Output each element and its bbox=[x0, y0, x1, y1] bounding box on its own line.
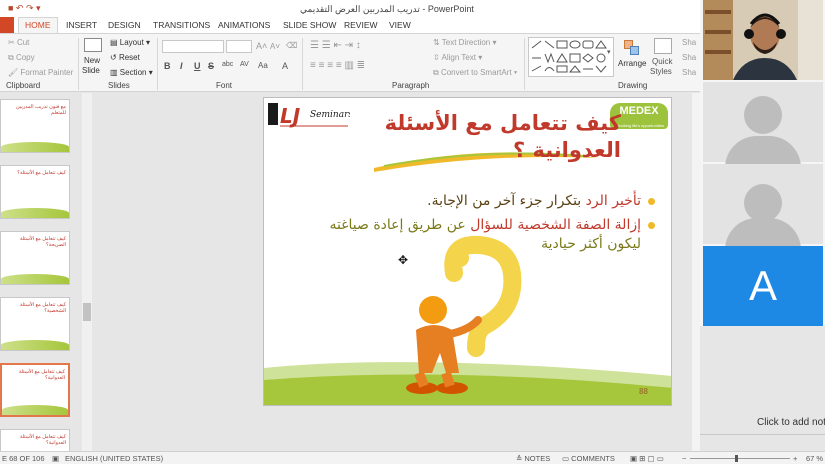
notes-placeholder[interactable]: Click to add note bbox=[757, 417, 825, 428]
font-group-label: Font bbox=[216, 81, 233, 90]
shapes-gallery-icon bbox=[531, 40, 607, 73]
thumbnail-scrollbar[interactable] bbox=[82, 93, 92, 451]
clear-formatting-icon[interactable]: ⌫ bbox=[286, 41, 297, 50]
convert-smartart-button[interactable]: ⧉ Convert to SmartArt ▾ bbox=[433, 68, 517, 78]
text-direction-button[interactable]: ⇅ Text Direction ▾ bbox=[433, 38, 497, 47]
quick-styles-button[interactable]: Quick Styles bbox=[650, 38, 678, 78]
reset-button[interactable]: ↺ Reset bbox=[110, 53, 140, 62]
tab-design[interactable]: DESIGN bbox=[108, 20, 141, 30]
shadow-button[interactable]: abc bbox=[222, 61, 233, 68]
ribbon-divider bbox=[78, 38, 79, 90]
quick-access-icon[interactable]: ■ ↶ ↷ ▾ bbox=[8, 3, 41, 14]
tab-review[interactable]: REVIEW bbox=[344, 20, 378, 30]
clipboard-group-label: Clipboard bbox=[6, 81, 41, 90]
shape-fill-button[interactable]: Sha bbox=[682, 38, 696, 47]
zoom-out-icon[interactable]: − bbox=[682, 454, 686, 463]
bullet-item: تأخير الرد بتكرار جزء آخر من الإجابة. bbox=[295, 192, 655, 211]
ribbon-divider bbox=[524, 38, 525, 90]
ribbon-tabs: HOME INSERT DESIGN TRANSITIONS ANIMATION… bbox=[0, 17, 700, 34]
arrange-icon-front bbox=[630, 46, 639, 55]
bold-button[interactable]: B bbox=[164, 61, 171, 71]
font-size-select[interactable] bbox=[226, 40, 252, 53]
ribbon-divider bbox=[157, 38, 158, 90]
comments-button[interactable]: ▭ COMMENTS bbox=[562, 454, 615, 463]
shapes-gallery[interactable] bbox=[528, 37, 614, 77]
view-buttons[interactable]: ▣ ⊞ ▢ ▭ bbox=[630, 454, 664, 463]
shapes-more-icon[interactable]: ▾ bbox=[607, 48, 611, 56]
zoom-level[interactable]: 67 % bbox=[806, 454, 823, 463]
slide-thumbnail[interactable]: كيف تتعامل مع الأسئلة الشخصية؟ bbox=[0, 297, 70, 351]
slide-thumbnail-selected[interactable]: كيف تتعامل مع الأسئلة العدوانية؟ bbox=[0, 363, 70, 417]
copy-button[interactable]: ⧉ Copy bbox=[8, 53, 35, 63]
font-color-button[interactable]: A bbox=[282, 61, 288, 71]
cut-button[interactable]: ✂ Cut bbox=[8, 38, 29, 47]
zoom-slider[interactable] bbox=[690, 458, 790, 459]
slide-thumbnails-pane: مع فنون تدريب المدربين للمتعلم كيف تتعام… bbox=[0, 93, 95, 464]
notes-divider bbox=[700, 434, 825, 435]
bullet-dot-icon bbox=[648, 222, 655, 229]
arrange-button[interactable]: Arrange bbox=[618, 38, 648, 78]
underline-button[interactable]: U bbox=[194, 61, 201, 71]
char-spacing-button[interactable]: AV bbox=[240, 61, 249, 68]
quick-styles-icon bbox=[654, 38, 672, 54]
grow-font-button[interactable]: A˄ bbox=[256, 41, 267, 51]
align-buttons[interactable]: ≡ ≡ ≡ ≡ ▥ ≣ bbox=[310, 60, 365, 71]
shrink-font-button[interactable]: A˅ bbox=[270, 42, 280, 51]
shape-outline-button[interactable]: Sha bbox=[682, 53, 696, 62]
ribbon: ✂ Cut ⧉ Copy 🖌 Format Painter Clipboard … bbox=[0, 33, 700, 92]
slide-thumbnail[interactable]: مع فنون تدريب المدربين للمتعلم bbox=[0, 99, 70, 153]
slides-group-label: Slides bbox=[108, 81, 130, 90]
change-case-button[interactable]: Aa bbox=[258, 61, 268, 70]
language-indicator[interactable]: ENGLISH (UNITED STATES) bbox=[65, 454, 163, 463]
slide-counter: E 68 OF 106 bbox=[2, 454, 45, 463]
participant-initial: A bbox=[748, 262, 777, 309]
new-slide-icon bbox=[84, 38, 102, 52]
title-bar: ■ ↶ ↷ ▾ تدريب المدربين العرض التقديمي - … bbox=[0, 0, 700, 17]
window-title: تدريب المدربين العرض التقديمي - PowerPoi… bbox=[300, 4, 474, 14]
video-tile-participant[interactable] bbox=[703, 82, 823, 168]
font-name-select[interactable] bbox=[162, 40, 224, 53]
italic-button[interactable]: I bbox=[180, 61, 183, 71]
drawing-group-label: Drawing bbox=[618, 81, 648, 90]
video-tile-participant[interactable] bbox=[703, 164, 823, 250]
slide-number: 88 bbox=[639, 387, 648, 396]
file-tab[interactable] bbox=[0, 17, 14, 33]
strikethrough-button[interactable]: S bbox=[208, 61, 214, 71]
slide-thumbnail[interactable]: كيف تتعامل مع الأسئلة الصريحة؟ bbox=[0, 231, 70, 285]
tab-animations[interactable]: ANIMATIONS bbox=[218, 20, 270, 30]
zoom-in-icon[interactable]: + bbox=[793, 454, 797, 463]
align-text-button[interactable]: ⇳ Align Text ▾ bbox=[433, 53, 482, 62]
editor-scrollbar[interactable] bbox=[692, 93, 700, 451]
new-slide-button[interactable]: New Slide bbox=[82, 38, 104, 78]
person-avatar-icon bbox=[744, 96, 782, 134]
svg-text:LJ: LJ bbox=[280, 104, 301, 128]
shape-effects-button[interactable]: Sha bbox=[682, 68, 696, 77]
current-slide[interactable]: LJ Seminars MEDEX unlocking life's oppor… bbox=[263, 97, 672, 406]
spellcheck-icon[interactable]: ▣ bbox=[52, 454, 59, 463]
format-painter-button[interactable]: 🖌 Format Painter bbox=[8, 68, 73, 77]
video-tile-participant-initial[interactable]: A bbox=[703, 246, 823, 326]
tab-insert[interactable]: INSERT bbox=[66, 20, 97, 30]
zoom-slider-thumb[interactable] bbox=[735, 455, 738, 462]
layout-button[interactable]: ▤ Layout ▾ bbox=[110, 38, 150, 47]
person-avatar-icon bbox=[744, 184, 782, 222]
slide-bullets[interactable]: تأخير الرد بتكرار جزء آخر من الإجابة. إز… bbox=[295, 192, 655, 259]
tab-slide-show[interactable]: SLIDE SHOW bbox=[283, 20, 336, 30]
video-call-panel: A bbox=[700, 0, 825, 326]
video-tile-presenter[interactable] bbox=[703, 0, 823, 80]
tab-transitions[interactable]: TRANSITIONS bbox=[153, 20, 210, 30]
bullet-dot-icon bbox=[648, 198, 655, 205]
section-button[interactable]: ▥ Section ▾ bbox=[110, 68, 153, 77]
notes-button[interactable]: ≙ NOTES bbox=[516, 454, 550, 463]
move-cursor-icon: ✥ bbox=[398, 253, 409, 267]
paragraph-group-label: Paragraph bbox=[392, 81, 430, 90]
tab-view[interactable]: VIEW bbox=[389, 20, 411, 30]
status-bar: E 68 OF 106 ▣ ENGLISH (UNITED STATES) ≙ … bbox=[0, 451, 825, 464]
slide-title[interactable]: كيف تتعامل مع الأسئلة العدوانية ؟ bbox=[311, 110, 621, 164]
tab-home[interactable]: HOME bbox=[18, 17, 58, 34]
slide-thumbnail[interactable]: كيف تتعامل مع الأسئلة؟ bbox=[0, 165, 70, 219]
bullets-button[interactable]: ☰ ☰ ⇤ ⇥ ↕ bbox=[310, 40, 361, 51]
ribbon-divider bbox=[302, 38, 303, 90]
bullet-item: إزالة الصفة الشخصية للسؤال عن طريق إعادة… bbox=[295, 216, 655, 254]
